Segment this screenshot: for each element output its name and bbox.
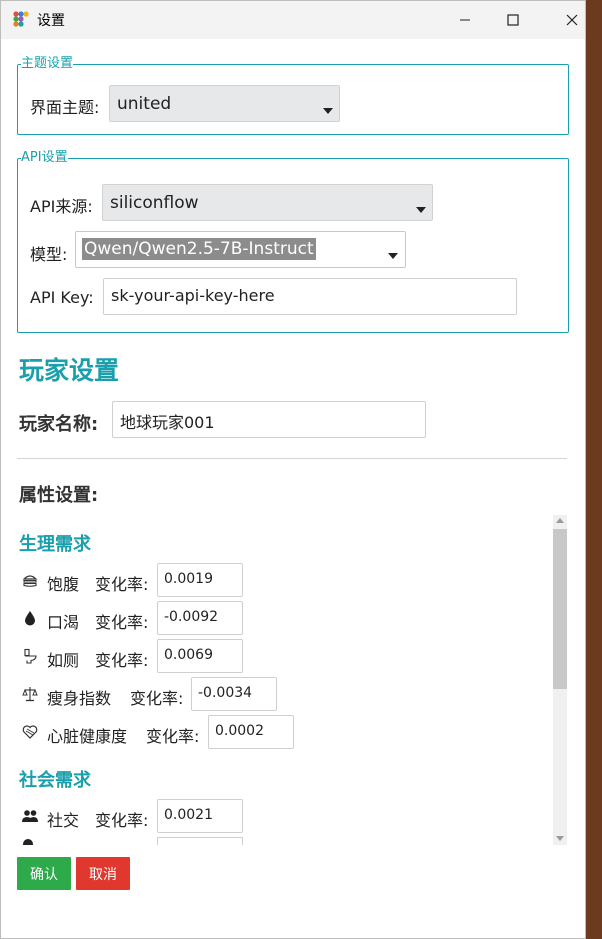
attr-name-slim-index: 瘦身指数	[47, 689, 112, 708]
divider	[17, 458, 567, 459]
player-name-value: 地球玩家001	[120, 413, 215, 432]
chevron-down-icon	[416, 207, 426, 213]
close-button[interactable]	[549, 1, 585, 39]
close-icon	[566, 14, 578, 26]
attr-name-heart-health: 心脏健康度	[47, 727, 128, 746]
chevron-down-icon	[388, 253, 398, 259]
model-select-value: Qwen/Qwen2.5-7B-Instruct	[82, 238, 316, 260]
scroll-up-arrow-icon[interactable]	[556, 518, 564, 523]
rate-label: 变化率:	[95, 575, 149, 594]
api-key-value: sk-your-api-key-here	[111, 286, 275, 305]
window-title: 设置	[37, 13, 65, 29]
rate-label: 变化率:	[95, 651, 149, 670]
player-name-input[interactable]: 地球玩家001	[112, 401, 426, 438]
api-source-value: siliconflow	[110, 193, 199, 213]
rate-label: 变化率:	[130, 689, 184, 708]
rate-value: 0.0069	[164, 647, 213, 663]
rate-label: 变化率:	[146, 727, 200, 746]
rate-value: 0.0002	[215, 723, 264, 739]
api-key-label: API Key:	[30, 288, 94, 307]
partial-icon	[23, 839, 33, 845]
rate-input-toilet[interactable]: 0.0069	[157, 639, 243, 673]
physiological-heading: 生理需求	[19, 534, 91, 555]
rate-value: 0.0021	[164, 807, 213, 823]
player-name-label: 玩家名称:	[19, 414, 99, 435]
theme-select[interactable]: united	[109, 85, 340, 122]
attr-name-toilet: 如厕	[47, 651, 80, 670]
partial-rate-input[interactable]	[157, 837, 243, 845]
rate-label: 变化率:	[95, 613, 149, 632]
attributes-label: 属性设置:	[19, 485, 99, 506]
player-settings-heading: 玩家设置	[19, 356, 120, 385]
next-row-clip	[17, 837, 551, 845]
chevron-down-icon	[323, 108, 333, 114]
theme-label: 界面主题:	[30, 98, 100, 117]
attr-name-satiety: 饱腹	[47, 575, 80, 594]
people-icon	[21, 807, 39, 825]
attr-name-social: 社交	[47, 811, 80, 830]
maximize-icon	[507, 14, 519, 26]
rate-input-slim-index[interactable]: -0.0034	[191, 677, 277, 711]
maximize-button[interactable]	[490, 1, 536, 39]
toilet-icon	[21, 647, 39, 665]
model-select[interactable]: Qwen/Qwen2.5-7B-Instruct	[75, 231, 406, 268]
scale-icon	[21, 685, 39, 703]
scrollbar-thumb[interactable]	[553, 529, 567, 689]
theme-select-value: united	[117, 94, 172, 114]
api-key-input[interactable]: sk-your-api-key-here	[103, 278, 517, 315]
droplet-icon	[21, 609, 39, 627]
attr-name-thirst: 口渴	[47, 613, 80, 632]
title-bar[interactable]: 设置	[1, 1, 585, 39]
model-label: 模型:	[30, 245, 68, 264]
rate-value: 0.0019	[164, 571, 213, 587]
api-source-label: API来源:	[30, 197, 93, 216]
rate-input-satiety[interactable]: 0.0019	[157, 563, 243, 597]
api-settings-legend: API设置	[21, 150, 68, 165]
rate-label: 变化率:	[95, 811, 149, 830]
api-source-select[interactable]: siliconflow	[102, 184, 433, 221]
ok-button[interactable]: 确认	[17, 857, 71, 890]
theme-settings-legend: 主题设置	[21, 56, 74, 71]
cancel-button[interactable]: 取消	[76, 857, 130, 890]
scroll-down-arrow-icon[interactable]	[556, 836, 564, 841]
rate-value: -0.0034	[198, 685, 253, 701]
rate-input-thirst[interactable]: -0.0092	[157, 601, 243, 635]
settings-window: 设置 主题设置 界面主题: united API设置 API来源: silico…	[0, 0, 586, 939]
minimize-icon	[460, 19, 470, 21]
burger-icon	[21, 571, 39, 589]
minimize-button[interactable]	[442, 1, 488, 39]
rate-value: -0.0092	[164, 609, 219, 625]
rate-input-heart-health[interactable]: 0.0002	[208, 715, 294, 749]
rate-input-social[interactable]: 0.0021	[157, 799, 243, 833]
heart-icon	[21, 723, 39, 741]
social-heading: 社会需求	[19, 770, 91, 791]
app-icon	[12, 10, 30, 28]
